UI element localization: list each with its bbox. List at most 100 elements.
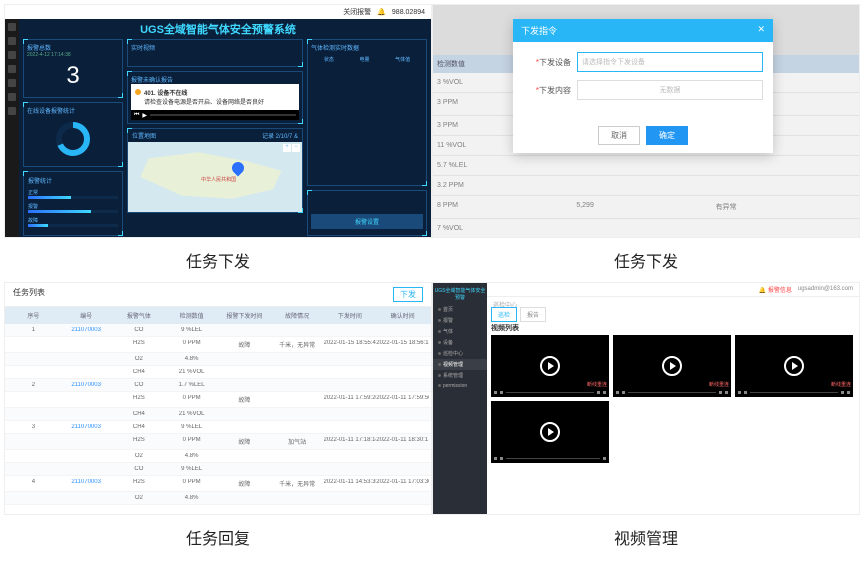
dispatch-button[interactable]: 下发	[393, 287, 423, 302]
table-row[interactable]: H2S0 PPM故障加气站2022-01-11 17:18:142022-01-…	[5, 434, 431, 450]
video-controls[interactable]	[735, 389, 853, 397]
close-alarm-link[interactable]: 关闭报警	[343, 7, 371, 17]
content-label: *下发内容	[523, 85, 571, 96]
map-date: 记录 2/10/7 &	[262, 131, 298, 140]
play-icon[interactable]	[662, 356, 682, 376]
sidebar-item[interactable]: 设备	[433, 337, 487, 348]
video-controls[interactable]	[613, 389, 731, 397]
offline-tag: 断线重连	[587, 381, 607, 388]
sidebar: UGS全域智能气体安全预警 首页报警气体设备巡检中心视频管理系统管理permis…	[433, 283, 487, 515]
box-header: 实时视频	[131, 43, 299, 52]
play-icon[interactable]	[540, 356, 560, 376]
nav-icon	[438, 374, 441, 377]
nav-icon[interactable]	[8, 37, 16, 45]
alarm-settings-button[interactable]: 报警设置	[311, 214, 423, 229]
caption-2: 任务下发	[432, 238, 860, 282]
video-tile[interactable]: 断线重连	[491, 335, 609, 397]
alarm-types-box: 报警统计 正常报警故障	[23, 171, 123, 236]
user-label[interactable]: ugsadmin@163.com	[798, 286, 853, 292]
sidebar-item[interactable]: 巡检中心	[433, 348, 487, 359]
progress-track[interactable]	[150, 114, 296, 116]
alarm-total-box: 报警总数 2022-4-12 17:14:38 3	[23, 39, 123, 98]
table-row[interactable]: 2211070003CO1.7 %LEL	[5, 379, 431, 392]
nav-icon	[438, 330, 441, 333]
nav-icon[interactable]	[8, 65, 16, 73]
box-header: 报警未确认报告	[131, 75, 299, 84]
sidebar-item[interactable]: 报警	[433, 315, 487, 326]
nav-icon[interactable]	[8, 79, 16, 87]
close-icon[interactable]: ✕	[757, 24, 765, 37]
brand: UGS全域智能气体安全预警	[433, 287, 487, 301]
modal-header: 下发指令 ✕	[513, 19, 773, 42]
map-canvas[interactable]: 中华人民共和国 +−	[128, 142, 302, 212]
dashboard-panel: 关闭报警 🔔 988.02894 UGS全域智能气体安全预警系统 报警总数 20…	[4, 4, 432, 238]
table-row[interactable]: CO9 %LEL	[5, 463, 431, 476]
video-tile[interactable]: 断线重连	[735, 335, 853, 397]
sidebar-item[interactable]: permission	[433, 381, 487, 391]
alert-title: 401. 设备不在线	[144, 88, 264, 97]
nav-icon[interactable]	[8, 93, 16, 101]
box-header: 位置地图	[132, 131, 156, 140]
box-header: 报警统计	[28, 176, 118, 185]
play-icon[interactable]: ▶	[142, 112, 147, 119]
col-header: 检测数值	[165, 311, 218, 320]
table-row[interactable]: O24.8%	[5, 492, 431, 505]
ok-button[interactable]: 确定	[646, 126, 688, 145]
table-row[interactable]: O24.8%	[5, 450, 431, 463]
col-header: 下发时间	[324, 311, 377, 320]
box-header: 气体检测实时数据	[311, 43, 423, 52]
col-header: 报警气体	[113, 311, 166, 320]
alert-card[interactable]: 401. 设备不在线 请检查设备电源是否开启、设备网络是否良好	[131, 84, 299, 110]
tab-report[interactable]: 报告	[520, 307, 546, 322]
prev-icon[interactable]: ⏮	[134, 112, 139, 119]
table-row[interactable]: O24.8%	[5, 353, 431, 366]
media-bar[interactable]: ⏮ ▶	[131, 110, 299, 120]
bar-row: 正常	[28, 189, 118, 199]
alert-body: 请检查设备电源是否开启、设备网络是否良好	[144, 97, 264, 106]
sidebar-item[interactable]: 系统管理	[433, 370, 487, 381]
content-empty: 无数据	[577, 80, 763, 100]
points-value: 988.02894	[392, 9, 425, 16]
tab-inspect[interactable]: 巡检	[491, 307, 517, 322]
bell-icon[interactable]: 🔔	[377, 8, 386, 16]
col-header: 序号	[7, 311, 60, 320]
sidebar-item[interactable]: 首页	[433, 304, 487, 315]
video-tile[interactable]: 断线重连	[613, 335, 731, 397]
play-icon[interactable]	[540, 422, 560, 442]
table-row[interactable]: CH421 %VOL	[5, 366, 431, 379]
video-tile[interactable]	[491, 401, 609, 463]
box-header: 报警总数	[27, 43, 119, 52]
table-row[interactable]: H2S0 PPM故障千米，无异常2022-01-15 18:55:472022-…	[5, 337, 431, 353]
table-row[interactable]: CH421 %VOL	[5, 408, 431, 421]
device-select[interactable]: 请选择指令下发设备	[577, 52, 763, 72]
caption-1: 任务下发	[4, 238, 432, 282]
sidebar-item[interactable]: 气体	[433, 326, 487, 337]
online-stats-box: 在线设备报警统计	[23, 102, 123, 167]
sidebar-item[interactable]: 视频管理	[433, 359, 487, 370]
page-title: 任务列表	[13, 287, 45, 302]
nav-icon[interactable]	[8, 23, 16, 31]
col-header: 报警下发时间	[218, 311, 271, 320]
donut-chart	[27, 115, 119, 163]
nav-icon[interactable]	[8, 107, 16, 115]
nav-icon[interactable]	[8, 51, 16, 59]
map-box: 位置地图 记录 2/10/7 & 中华人民共和国 +−	[127, 128, 303, 213]
table-row[interactable]: 3211070003CH49 %LEL	[5, 421, 431, 434]
command-modal-panel: 检测数值报警情况 3 %VOL3 PPM千米，无异常3 PPM11 %VOL5.…	[432, 4, 860, 238]
video-controls[interactable]	[491, 455, 609, 463]
table-row[interactable]: 4211070003H2S0 PPM故障千米，无异常2022-01-11 14:…	[5, 476, 431, 492]
map-country-label: 中华人民共和国	[201, 176, 236, 183]
cancel-button[interactable]: 取消	[598, 126, 640, 145]
table-row[interactable]: 1211070003CO9 %LEL	[5, 324, 431, 337]
nav-icon	[438, 352, 441, 355]
video-controls[interactable]	[491, 389, 609, 397]
offline-tag: 断线重连	[831, 381, 851, 388]
table-row[interactable]: H2S0 PPM故障2022-01-11 17:59:202022-01-11 …	[5, 392, 431, 408]
video-box: 实时视频	[127, 39, 303, 67]
realtime-cols: 状态电量气体值	[311, 56, 423, 63]
nav-icon	[438, 308, 441, 311]
alarm-link[interactable]: 🔔 报警信息	[759, 285, 792, 294]
play-icon[interactable]	[784, 356, 804, 376]
map-zoom[interactable]: +−	[283, 144, 300, 152]
col-header: 编号	[60, 311, 113, 320]
